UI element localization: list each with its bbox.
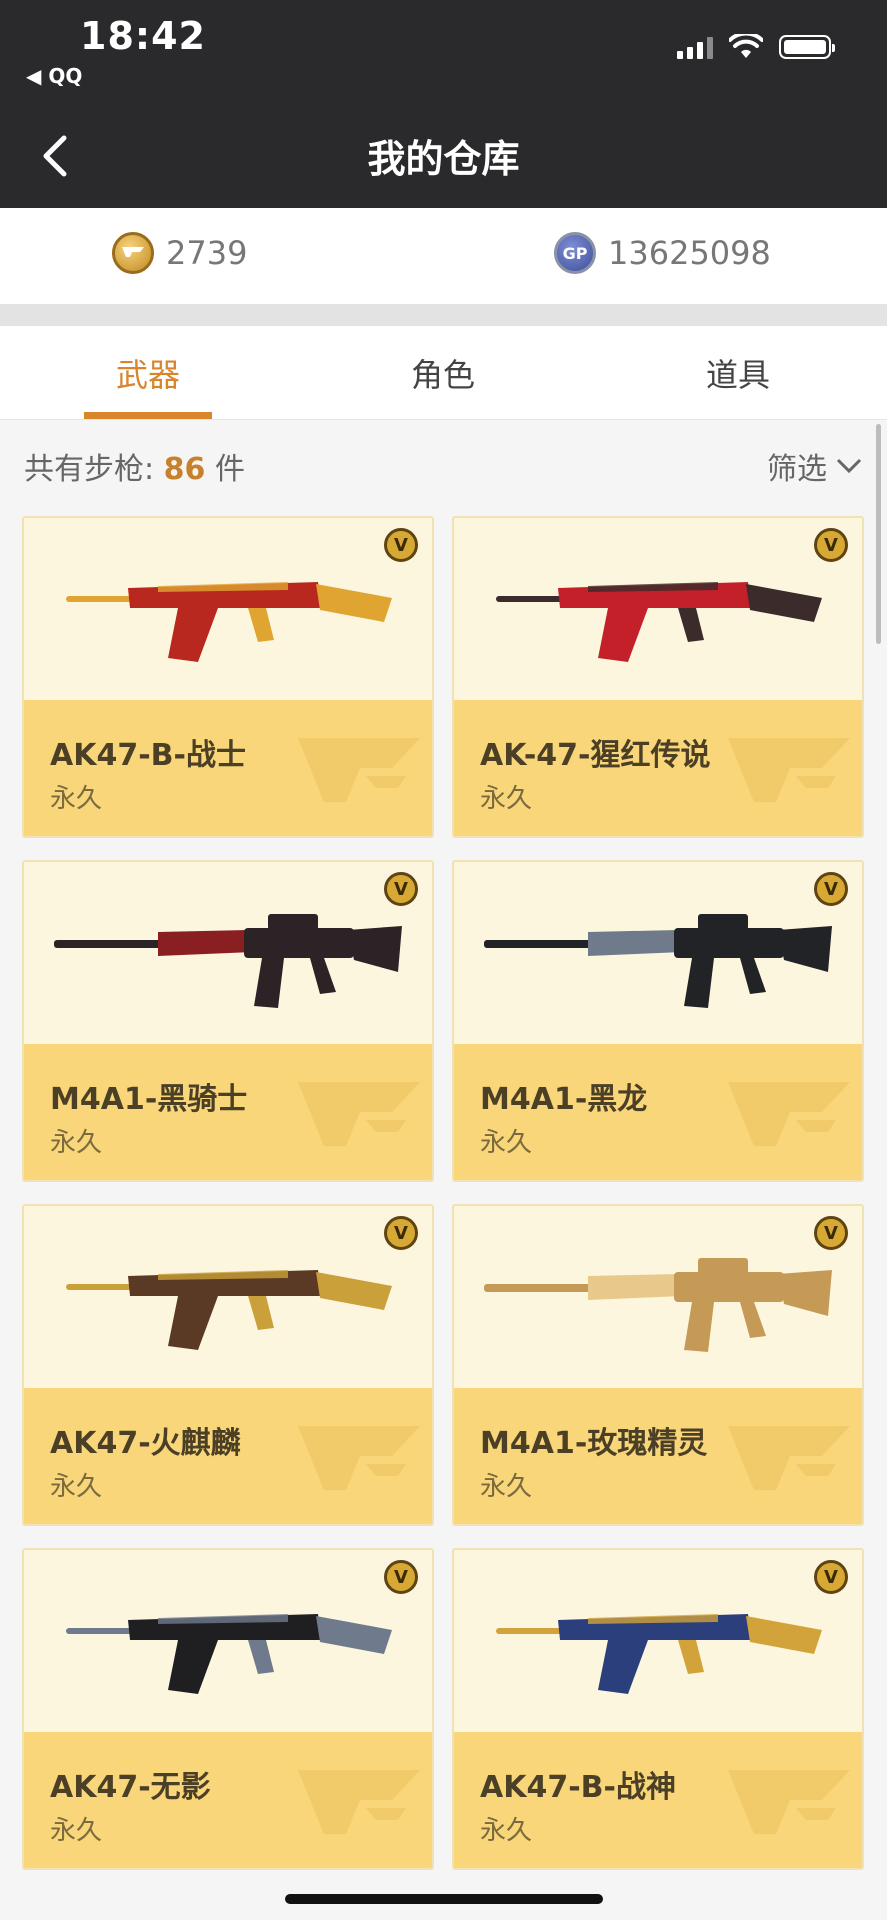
cf-watermark-icon [728,1082,850,1146]
weapon-info: AK-47-猩红传说 永久 [454,700,862,836]
vip-badge-icon: V [814,1560,848,1594]
weapon-image-area: V [454,1550,862,1732]
weapon-duration: 永久 [480,1472,533,1502]
page-title: 我的仓库 [367,137,520,181]
vip-badge-icon: V [814,872,848,906]
weapon-card[interactable]: V AK47-B-战神 永久 [452,1548,864,1870]
weapon-card[interactable]: V AK47-火麒麟 永久 [22,1204,434,1526]
weapon-image-area: V [24,1206,432,1388]
weapon-image-area: V [454,518,862,700]
weapon-duration: 永久 [480,784,533,814]
filter-button[interactable]: 筛选 [767,444,863,488]
weapon-image-area: V [454,862,862,1044]
cf-value: 2739 [166,234,248,272]
tab-characters[interactable]: 角色 [368,350,518,396]
signal-icon [677,35,713,59]
cf-watermark-icon [728,1426,850,1490]
weapon-card[interactable]: V AK47-B-战士 永久 [22,516,434,838]
weapon-image [496,1614,822,1694]
weapon-image [484,1258,832,1352]
status-time: 18:42 [80,14,206,58]
gp-value: 13625098 [608,234,771,272]
weapon-card[interactable]: V M4A1-黑骑士 永久 [22,860,434,1182]
weapon-name: AK47-B-战士 [50,738,246,773]
weapon-duration: 永久 [50,1128,103,1158]
weapon-info: M4A1-黑骑士 永久 [24,1044,432,1180]
weapon-info: AK47-火麒麟 永久 [24,1388,432,1524]
weapon-name: AK47-火麒麟 [50,1426,241,1461]
battery-icon [779,35,835,59]
weapon-duration: 永久 [50,1472,103,1502]
vip-badge-icon: V [384,872,418,906]
home-indicator[interactable] [285,1894,603,1904]
gp-balance: GP 13625098 [554,232,771,274]
weapon-info: AK47-B-战士 永久 [24,700,432,836]
vip-badge-icon: V [384,528,418,562]
cf-balance: 2739 [112,232,247,274]
weapon-info: M4A1-黑龙 永久 [454,1044,862,1180]
divider [0,304,887,326]
weapon-card[interactable]: V AK-47-猩红传说 永久 [452,516,864,838]
vip-badge-icon: V [384,1560,418,1594]
cf-watermark-icon [728,1770,850,1834]
weapon-name: M4A1-黑骑士 [50,1082,248,1117]
top-bar: 18:42 ◀ QQ 我的仓库 [0,0,887,208]
back-to-app-link[interactable]: ◀ QQ [26,64,82,88]
count-row: 共有步枪: 86 件 筛选 [0,420,887,498]
weapon-image [66,582,392,662]
weapon-image-area: V [24,518,432,700]
rifle-count: 共有步枪: 86 件 [24,452,245,487]
weapon-image [66,1270,392,1350]
weapon-image [484,914,832,1008]
weapon-image [66,1614,392,1694]
category-tabs: 武器 角色 道具 [0,326,887,420]
weapon-name: AK47-无影 [50,1770,211,1805]
gp-coin-icon: GP [554,232,596,274]
weapon-duration: 永久 [480,1816,533,1846]
weapon-card[interactable]: V M4A1-黑龙 永久 [452,860,864,1182]
chevron-down-icon [836,458,862,474]
cf-watermark-icon [298,1426,420,1490]
weapon-info: AK47-B-战神 永久 [454,1732,862,1868]
tab-weapons[interactable]: 武器 [73,350,223,396]
scrollbar[interactable] [876,424,881,644]
currency-bar: 2739 GP 13625098 [0,208,887,304]
weapon-image-area: V [24,1550,432,1732]
weapon-card[interactable]: V M4A1-玫瑰精灵 永久 [452,1204,864,1526]
weapon-name: M4A1-玫瑰精灵 [480,1426,708,1461]
vip-badge-icon: V [814,528,848,562]
filter-label: 筛选 [767,452,827,487]
weapon-name: M4A1-黑龙 [480,1082,648,1117]
cf-coin-icon [112,232,154,274]
weapon-image [496,582,822,662]
weapon-info: M4A1-玫瑰精灵 永久 [454,1388,862,1524]
wifi-icon [729,34,763,58]
cf-watermark-icon [298,1770,420,1834]
weapon-duration: 永久 [50,1816,103,1846]
cf-watermark-icon [298,1082,420,1146]
weapon-image [54,914,402,1008]
weapon-image-area: V [24,862,432,1044]
vip-badge-icon: V [814,1216,848,1250]
vip-badge-icon: V [384,1216,418,1250]
cf-watermark-icon [728,738,850,802]
cf-watermark-icon [298,738,420,802]
weapon-name: AK47-B-战神 [480,1770,676,1805]
status-icons [677,34,835,60]
active-tab-indicator [84,412,212,419]
tab-items[interactable]: 道具 [663,350,813,396]
weapon-duration: 永久 [50,784,103,814]
weapon-image-area: V [454,1206,862,1388]
weapon-duration: 永久 [480,1128,533,1158]
weapon-card[interactable]: V AK47-无影 永久 [22,1548,434,1870]
weapon-name: AK-47-猩红传说 [480,738,711,773]
weapon-info: AK47-无影 永久 [24,1732,432,1868]
